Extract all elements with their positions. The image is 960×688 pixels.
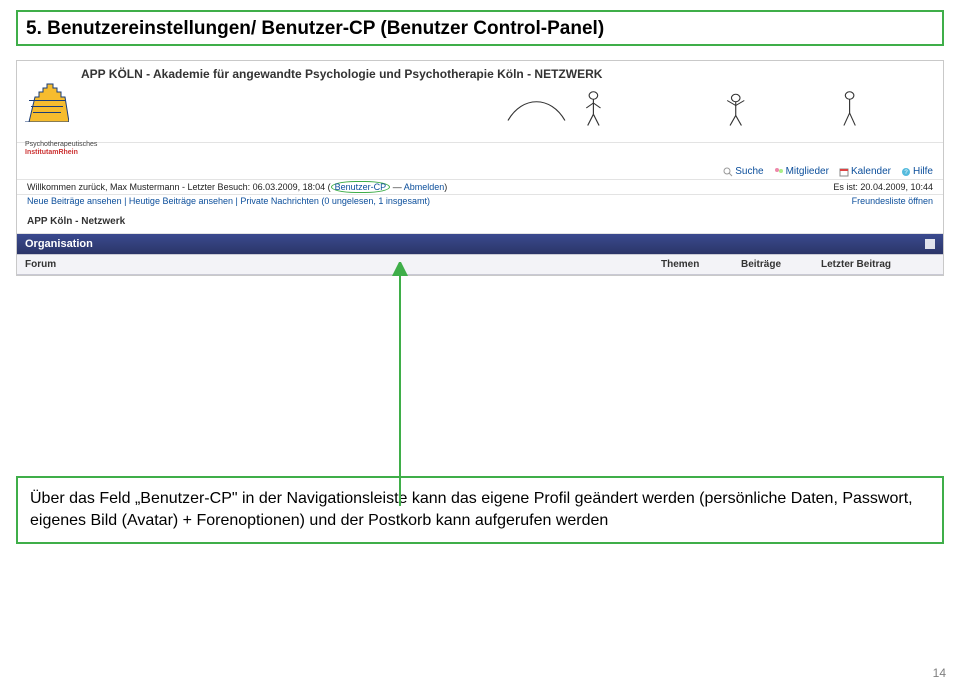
description-text: Über das Feld „Benutzer-CP" in der Navig… <box>30 490 913 529</box>
header-doodles <box>81 83 935 136</box>
description-box: Über das Feld „Benutzer-CP" in der Navig… <box>16 476 944 543</box>
site-title: APP KÖLN - Akademie für angewandte Psych… <box>81 67 602 81</box>
castle-logo <box>25 82 69 122</box>
screenshot-header: APP KÖLN - Akademie für angewandte Psych… <box>17 61 943 143</box>
th-letzter: Letzter Beitrag <box>813 255 943 274</box>
search-icon <box>723 167 733 177</box>
link-pm[interactable]: Private Nachrichten (0 ungelesen, 1 insg… <box>240 196 430 206</box>
section-title: 5. Benutzereinstellungen/ Benutzer-CP (B… <box>26 18 934 40</box>
tool-members[interactable]: Mitglieder <box>774 166 829 177</box>
tool-row: Suche Mitglieder Kalender ?Hilfe <box>17 160 943 179</box>
section-title-box: 5. Benutzereinstellungen/ Benutzer-CP (B… <box>16 10 944 46</box>
welcome-text: Willkommen zurück, Max Mustermann - Letz… <box>27 182 447 192</box>
forum-table-header: Forum Themen Beiträge Letzter Beitrag <box>17 254 943 275</box>
benutzer-cp-link[interactable]: Benutzer-CP <box>331 181 391 193</box>
help-icon: ? <box>901 167 911 177</box>
category-bar-organisation[interactable]: Organisation <box>17 234 943 254</box>
members-icon <box>774 167 784 177</box>
link-new-posts[interactable]: Neue Beiträge ansehen <box>27 196 122 206</box>
institut-line2: InstitutamRhein <box>25 149 935 157</box>
collapse-icon[interactable] <box>925 239 935 249</box>
link-today-posts[interactable]: Heutige Beiträge ansehen <box>129 196 233 206</box>
logout-link[interactable]: Abmelden <box>404 182 445 192</box>
tool-calendar[interactable]: Kalender <box>839 166 891 177</box>
welcome-row: Willkommen zurück, Max Mustermann - Letz… <box>17 179 943 195</box>
annotation-arrow <box>380 262 420 512</box>
tool-help[interactable]: ?Hilfe <box>901 166 933 177</box>
page-number: 14 <box>933 666 946 680</box>
institut-label: Psychotherapeutisches InstitutamRhein <box>25 141 935 156</box>
th-themen: Themen <box>653 255 733 274</box>
th-beitraege: Beiträge <box>733 255 813 274</box>
category-label: Organisation <box>25 238 93 250</box>
tool-search[interactable]: Suche <box>723 166 763 177</box>
calendar-icon <box>839 167 849 177</box>
th-forum: Forum <box>17 255 653 274</box>
sub-links-row: Neue Beiträge ansehen | Heutige Beiträge… <box>17 195 943 210</box>
breadcrumb: APP Köln - Netzwerk <box>17 210 943 234</box>
server-time: Es ist: 20.04.2009, 10:44 <box>833 182 933 192</box>
logo-block <box>25 82 69 122</box>
link-friends[interactable]: Freundesliste öffnen <box>852 196 933 206</box>
forum-screenshot: APP KÖLN - Akademie für angewandte Psych… <box>16 60 944 276</box>
institut-line1: Psychotherapeutisches <box>25 141 935 149</box>
